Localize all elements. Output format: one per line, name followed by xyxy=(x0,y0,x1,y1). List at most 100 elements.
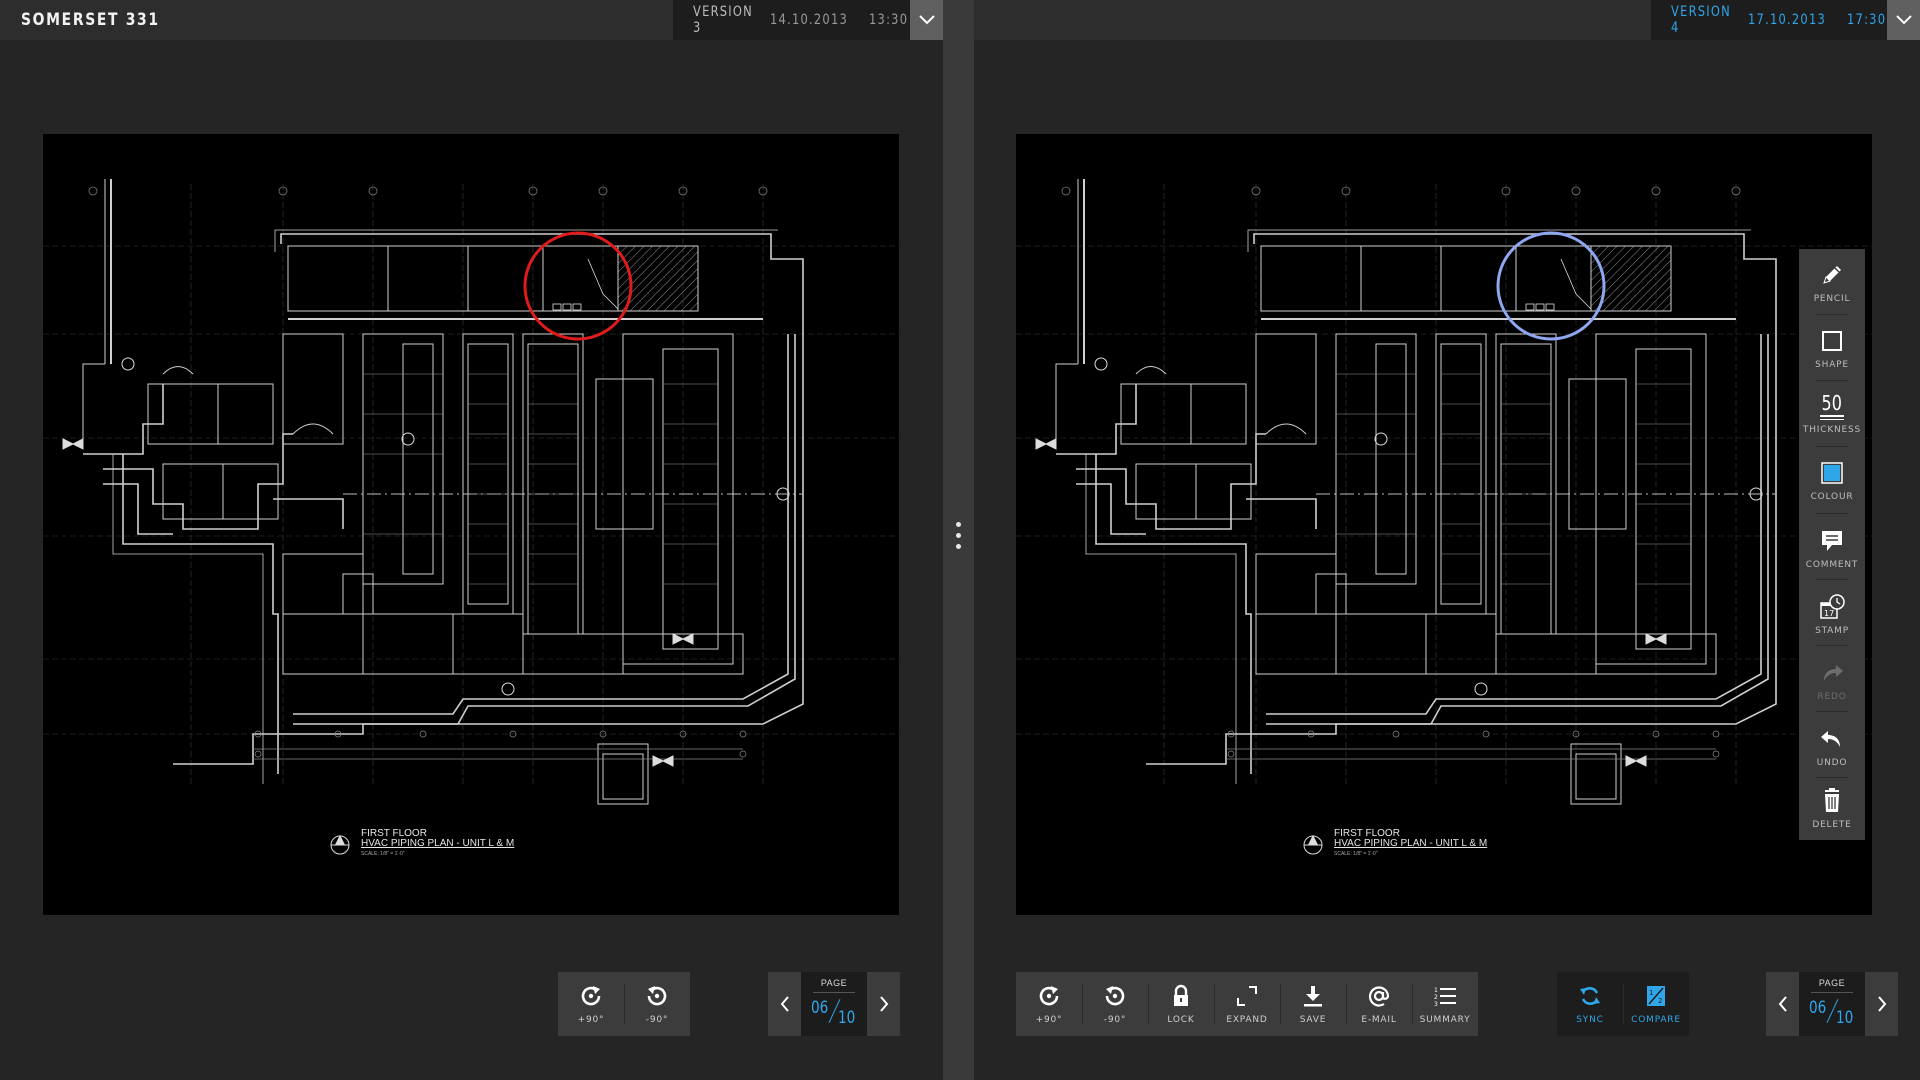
redo-label: REDO xyxy=(1817,691,1847,702)
right-rotate-ccw-label: -90° xyxy=(1103,1015,1127,1025)
left-view-toolbar: +90° -90° xyxy=(558,972,690,1036)
drag-handle-icon xyxy=(956,522,961,555)
left-drawing-scale: SCALE: 1/8" = 1'-0" xyxy=(361,851,405,857)
lock-button[interactable]: LOCK xyxy=(1148,972,1214,1036)
undo-icon xyxy=(1821,730,1840,747)
svg-text:1: 1 xyxy=(1434,987,1438,994)
stamp-label: STAMP xyxy=(1815,625,1849,636)
left-page-label: PAGE xyxy=(820,978,848,988)
right-markup-circle[interactable] xyxy=(1496,231,1606,341)
left-version-dropdown-button[interactable] xyxy=(910,0,943,40)
undo-button[interactable]: UNDO xyxy=(1799,713,1865,779)
save-label: SAVE xyxy=(1299,1015,1327,1025)
summary-label: SUMMARY xyxy=(1419,1015,1471,1025)
compare-button[interactable]: 12 COMPARE xyxy=(1623,972,1689,1036)
svg-text:2: 2 xyxy=(1434,994,1438,1001)
compare-toolbar: SYNC 12 COMPARE xyxy=(1557,972,1689,1036)
svg-text:3: 3 xyxy=(1434,1001,1438,1008)
right-prev-page-button[interactable] xyxy=(1766,972,1799,1036)
right-page-navigator: PAGE 06 10 xyxy=(1766,972,1898,1036)
expand-icon xyxy=(1237,986,1257,1006)
chevron-right-icon xyxy=(1877,996,1886,1012)
right-page-current: 06 xyxy=(1809,998,1827,1018)
right-floor-plan-drawing: FIRST FLOOR HVAC PIPING PLAN - UNIT L & … xyxy=(1016,178,1872,857)
thickness-tool-button[interactable]: 50 THICKNESS xyxy=(1799,381,1865,447)
chevron-down-icon xyxy=(918,15,935,25)
colour-tool-button[interactable]: COLOUR xyxy=(1799,447,1865,513)
right-version-selector[interactable]: VERSION 4 17.10.2013 17:30 xyxy=(1651,0,1887,40)
right-header-bar: VERSION 4 17.10.2013 17:30 xyxy=(974,0,1920,40)
summary-button[interactable]: 123 SUMMARY xyxy=(1412,972,1478,1036)
left-drawing-title-line2: HVAC PIPING PLAN - UNIT L & M xyxy=(361,838,514,849)
right-rotate-cw-label: +90° xyxy=(1035,1015,1063,1025)
save-button[interactable]: SAVE xyxy=(1280,972,1346,1036)
split-view-divider-handle[interactable] xyxy=(943,0,974,1080)
rotate-ccw-icon xyxy=(1105,986,1125,1006)
redo-button[interactable]: REDO xyxy=(1799,647,1865,713)
right-version-date: 17.10.2013 xyxy=(1748,12,1827,28)
delete-button[interactable]: DELETE xyxy=(1799,775,1865,841)
left-header-bar: SOMERSET 331 VERSION 3 14.10.2013 13:30 xyxy=(0,0,943,40)
right-version-dropdown-button[interactable] xyxy=(1887,0,1920,40)
email-label: E-MAIL xyxy=(1361,1015,1397,1025)
left-rotate-ccw-button[interactable]: -90° xyxy=(624,972,690,1036)
right-page-label: PAGE xyxy=(1818,978,1846,988)
colour-label: COLOUR xyxy=(1810,491,1854,502)
left-rotate-ccw-label: -90° xyxy=(645,1015,669,1025)
left-document-pane: SOMERSET 331 VERSION 3 14.10.2013 13:30 … xyxy=(0,0,943,1080)
email-button[interactable]: E-MAIL xyxy=(1346,972,1412,1036)
right-view-toolbar: +90° -90° LOCK EXPAND SAVE E-MAIL 1 2 3 … xyxy=(1016,972,1478,1036)
thickness-icon: 50 xyxy=(1819,393,1844,420)
chevron-left-icon xyxy=(1778,996,1787,1012)
summary-icon: 123 xyxy=(1434,987,1456,1008)
expand-button[interactable]: EXPAND xyxy=(1214,972,1280,1036)
left-floor-plan-drawing: FIRST FLOOR HVAC PIPING PLAN - UNIT L & … xyxy=(43,178,899,857)
sync-button[interactable]: SYNC xyxy=(1557,972,1623,1036)
right-drawing-scale: SCALE: 1/8" = 1'-0" xyxy=(1334,851,1378,857)
sync-icon xyxy=(1580,987,1600,1005)
left-version-selector[interactable]: VERSION 3 14.10.2013 13:30 xyxy=(673,0,911,40)
right-page-indicator: PAGE 06 10 xyxy=(1799,972,1865,1036)
right-rotate-ccw-button[interactable]: -90° xyxy=(1082,972,1148,1036)
undo-label: UNDO xyxy=(1816,757,1848,768)
right-page-total: 10 xyxy=(1836,1008,1854,1028)
left-version-label: VERSION 3 xyxy=(693,4,754,36)
stamp-number: 17 xyxy=(1824,609,1834,618)
right-next-page-button[interactable] xyxy=(1865,972,1898,1036)
colour-icon xyxy=(1821,461,1843,484)
svg-text:1: 1 xyxy=(1649,989,1653,997)
delete-icon xyxy=(1825,787,1839,812)
stamp-tool-button[interactable]: 17 STAMP xyxy=(1799,581,1865,647)
shape-tool-button[interactable]: SHAPE xyxy=(1799,315,1865,381)
right-rotate-cw-button[interactable]: +90° xyxy=(1016,972,1082,1036)
left-rotate-cw-button[interactable]: +90° xyxy=(558,972,624,1036)
pencil-tool-button[interactable]: PENCIL xyxy=(1799,249,1865,315)
delete-label: DELETE xyxy=(1812,819,1852,830)
app-title: SOMERSET 331 xyxy=(21,10,160,30)
thickness-value: 50 xyxy=(1821,391,1843,415)
comment-icon xyxy=(1822,530,1842,551)
compare-icon: 12 xyxy=(1647,986,1665,1006)
stamp-icon: 17 xyxy=(1820,593,1845,619)
email-icon xyxy=(1368,986,1390,1007)
left-prev-page-button[interactable] xyxy=(768,972,801,1036)
lock-icon xyxy=(1174,984,1188,1006)
left-next-page-button[interactable] xyxy=(867,972,900,1036)
pencil-icon xyxy=(1823,265,1841,284)
save-icon xyxy=(1304,986,1322,1007)
comment-tool-button[interactable]: COMMENT xyxy=(1799,515,1865,581)
left-markup-circle[interactable] xyxy=(523,231,633,341)
comment-label: COMMENT xyxy=(1805,559,1859,570)
right-drawing-title-line2: HVAC PIPING PLAN - UNIT L & M xyxy=(1334,838,1487,849)
left-page-total: 10 xyxy=(838,1008,856,1028)
lock-label: LOCK xyxy=(1167,1015,1195,1025)
right-drawing-canvas[interactable]: FIRST FLOOR HVAC PIPING PLAN - UNIT L & … xyxy=(1016,134,1872,915)
redo-icon xyxy=(1824,664,1843,681)
right-version-label: VERSION 4 xyxy=(1671,4,1732,36)
shape-icon xyxy=(1822,330,1842,351)
left-version-time: 13:30 xyxy=(869,12,909,28)
sync-label: SYNC xyxy=(1576,1015,1604,1025)
annotation-tools-panel: PENCIL SHAPE 50 THICKNESS COLOUR COMMENT… xyxy=(1799,249,1865,840)
chevron-left-icon xyxy=(780,996,789,1012)
left-drawing-canvas[interactable]: FIRST FLOOR HVAC PIPING PLAN - UNIT L & … xyxy=(43,134,899,915)
